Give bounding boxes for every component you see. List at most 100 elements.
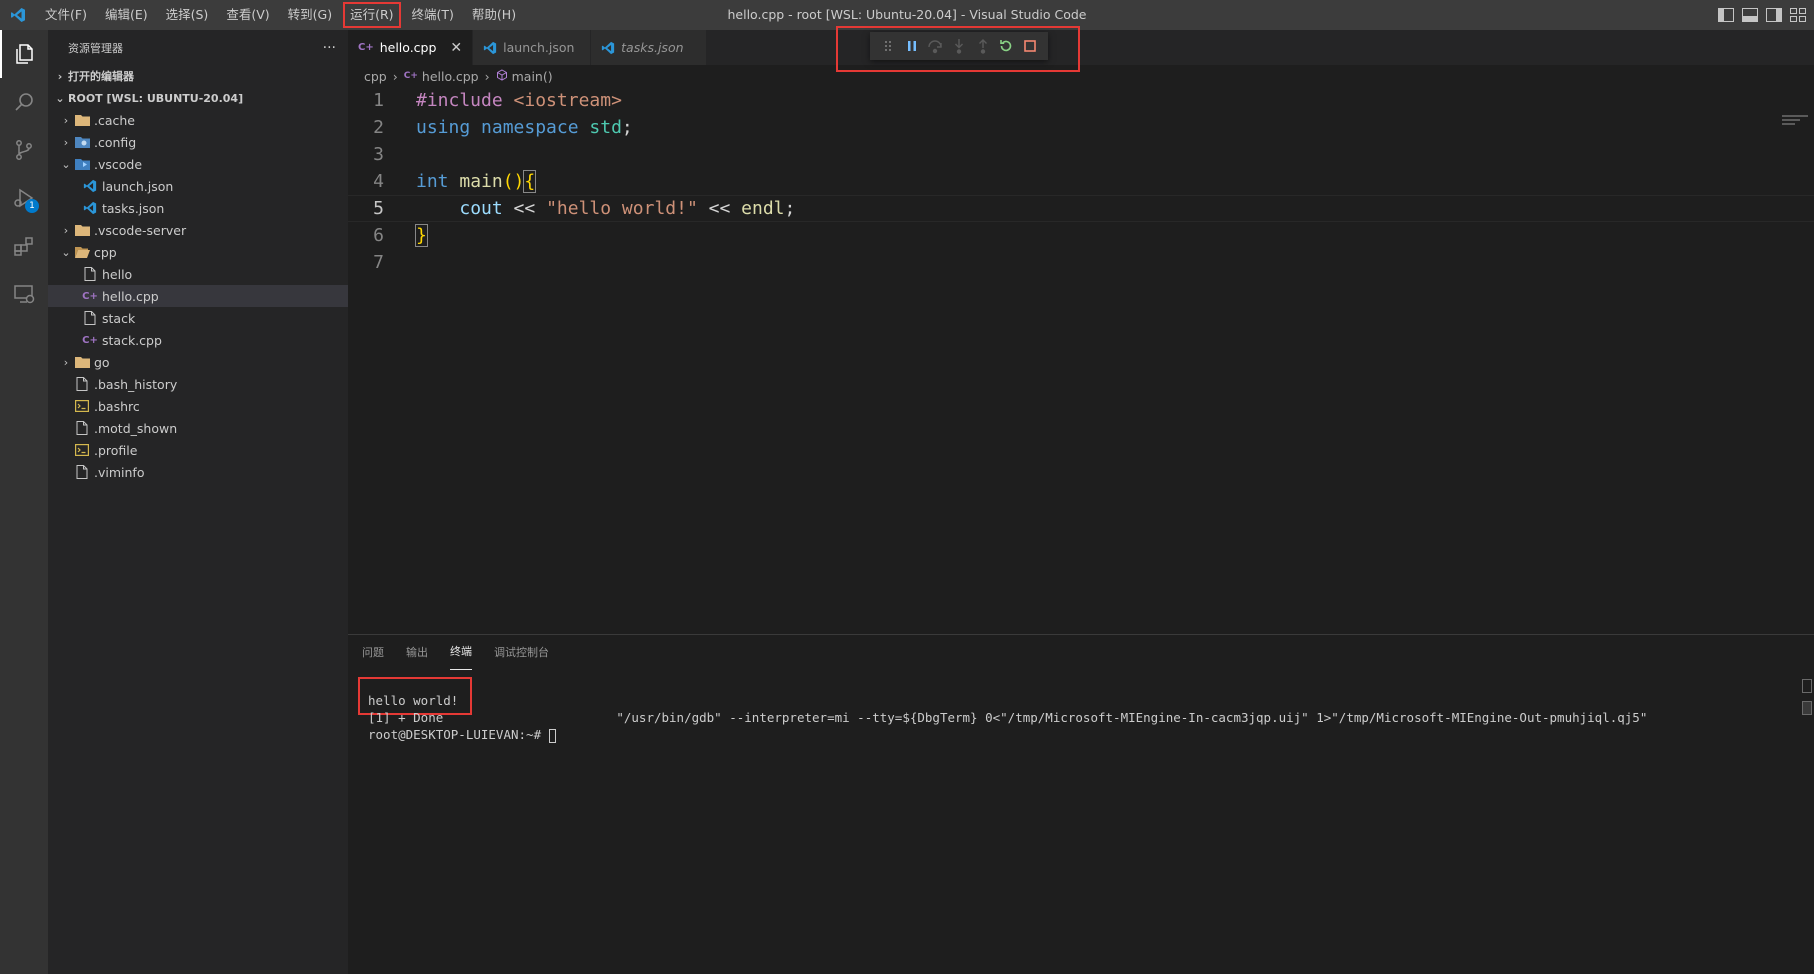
tree-item-stack-cpp[interactable]: C+ stack.cpp	[48, 329, 348, 351]
toggle-secondary-sidebar-icon[interactable]	[1766, 8, 1782, 22]
menu-help[interactable]: 帮助(H)	[463, 0, 525, 30]
step-out-icon[interactable]	[973, 36, 993, 56]
vscode-folder-icon	[74, 156, 90, 172]
tree-item-label: .config	[94, 134, 137, 150]
cpp-file-icon: C+	[82, 334, 98, 346]
tree-item-bashrc[interactable]: .bashrc	[48, 395, 348, 417]
breadcrumb-folder[interactable]: cpp	[364, 69, 387, 84]
tree-item-vscode-server[interactable]: › .vscode-server	[48, 219, 348, 241]
terminal-cursor	[548, 728, 556, 743]
menu-run[interactable]: 运行(R)	[341, 0, 402, 30]
tab-label: launch.json	[503, 40, 575, 55]
file-icon	[74, 376, 90, 392]
tree-item-label: hello	[102, 266, 133, 282]
panel-tab-output[interactable]: 输出	[406, 635, 428, 670]
breadcrumb-symbol[interactable]: main()	[512, 69, 553, 84]
tree-item-hello[interactable]: hello	[48, 263, 348, 285]
menu-goto[interactable]: 转到(G)	[279, 0, 341, 30]
tree-item-label: .motd_shown	[94, 420, 178, 436]
vscode-logo-icon	[0, 0, 36, 30]
terminal-line: [1] + Done "/usr/bin/gdb" --interpreter=…	[368, 710, 1648, 725]
terminal-scrollbar[interactable]	[1800, 675, 1814, 735]
panel-tab-debug-console[interactable]: 调试控制台	[494, 635, 549, 670]
tab-launch-json[interactable]: launch.json	[473, 30, 592, 65]
shell-file-icon	[74, 442, 90, 458]
vscode-file-icon	[483, 41, 497, 55]
open-editors-label: 打开的编辑器	[68, 70, 134, 83]
tree-item-label: .viminfo	[94, 464, 145, 480]
restart-icon[interactable]	[996, 36, 1016, 56]
toggle-panel-icon[interactable]	[1742, 8, 1758, 22]
code-editor[interactable]: 1 #include <iostream> 2 using namespace …	[348, 87, 1814, 276]
tab-hello-cpp[interactable]: C+ hello.cpp ✕	[348, 30, 474, 65]
chevron-right-icon: ›	[63, 223, 69, 237]
menu-terminal[interactable]: 终端(T)	[403, 0, 463, 30]
menu-selection[interactable]: 选择(S)	[157, 0, 218, 30]
bottom-panel: 问题 输出 终端 调试控制台 hello world! [1] + Done "…	[348, 634, 1814, 974]
tree-item-vscode[interactable]: ⌄ .vscode	[48, 153, 348, 175]
tree-item-label: .cache	[94, 112, 135, 128]
panel-tab-terminal[interactable]: 终端	[450, 635, 472, 670]
tree-item-label: stack	[102, 310, 136, 326]
root-folder-label: ROOT [WSL: UBUNTU-20.04]	[68, 91, 244, 105]
layout-controls	[1718, 0, 1806, 30]
tree-item-go[interactable]: › go	[48, 351, 348, 373]
explorer-icon[interactable]	[0, 30, 48, 78]
line-number: 5	[373, 198, 384, 219]
more-actions-icon[interactable]: ···	[323, 40, 336, 56]
tree-item-motd-shown[interactable]: .motd_shown	[48, 417, 348, 439]
extensions-icon[interactable]	[0, 222, 48, 270]
tree-item-cpp[interactable]: ⌄ cpp	[48, 241, 348, 263]
minimap[interactable]	[1782, 115, 1808, 129]
line-number: 3	[373, 144, 384, 165]
open-editors-section[interactable]: › 打开的编辑器	[48, 65, 348, 87]
customize-layout-icon[interactable]	[1790, 8, 1806, 22]
tree-item-bash-history[interactable]: .bash_history	[48, 373, 348, 395]
step-over-icon[interactable]	[925, 36, 945, 56]
tree-item-hello-cpp[interactable]: C+ hello.cpp	[48, 285, 348, 307]
line-number: 7	[373, 252, 384, 273]
tree-item-tasks-json[interactable]: tasks.json	[48, 197, 348, 219]
close-icon[interactable]: ✕	[450, 40, 462, 56]
stop-icon[interactable]	[1020, 36, 1040, 56]
step-into-icon[interactable]	[949, 36, 969, 56]
tree-item-label: launch.json	[102, 178, 174, 194]
file-icon	[82, 266, 98, 282]
breadcrumb-file[interactable]: hello.cpp	[422, 69, 479, 84]
search-icon[interactable]	[0, 78, 48, 126]
line-number: 6	[373, 225, 384, 246]
tree-item-label: go	[94, 354, 110, 370]
terminal-prompt: root@DESKTOP-LUIEVAN:~#	[368, 727, 549, 742]
tree-item-profile[interactable]: .profile	[48, 439, 348, 461]
sidebar-header: 资源管理器 ···	[48, 30, 348, 65]
menu-view[interactable]: 查看(V)	[217, 0, 278, 30]
drag-handle-icon[interactable]	[878, 36, 898, 56]
remote-explorer-icon[interactable]	[0, 270, 48, 318]
source-control-icon[interactable]	[0, 126, 48, 174]
terminal[interactable]: hello world! [1] + Done "/usr/bin/gdb" -…	[368, 693, 1647, 744]
cpp-file-icon: C+	[82, 290, 98, 302]
tree-item-config[interactable]: › .config	[48, 131, 348, 153]
root-folder-section[interactable]: ⌄ ROOT [WSL: UBUNTU-20.04]	[48, 87, 348, 109]
code-line: 7	[348, 249, 1814, 276]
panel-tab-problems[interactable]: 问题	[362, 635, 384, 670]
tree-item-label: stack.cpp	[102, 332, 162, 348]
menu-edit[interactable]: 编辑(E)	[96, 0, 157, 30]
tree-item-stack[interactable]: stack	[48, 307, 348, 329]
tree-item-launch-json[interactable]: launch.json	[48, 175, 348, 197]
tree-item-viminfo[interactable]: .viminfo	[48, 461, 348, 483]
editor-area: C+ hello.cpp ✕ launch.json tasks.json cp…	[348, 30, 1814, 634]
debug-toolbar	[870, 32, 1048, 60]
run-debug-icon[interactable]: 1	[0, 174, 48, 222]
toggle-primary-sidebar-icon[interactable]	[1718, 8, 1734, 22]
tree-item-label: .vscode-server	[94, 222, 187, 238]
folder-icon	[74, 222, 90, 238]
tab-tasks-json[interactable]: tasks.json	[591, 30, 708, 65]
folder-icon	[74, 112, 90, 128]
pause-icon[interactable]	[902, 36, 922, 56]
chevron-right-icon: ›	[63, 355, 69, 369]
menu-file[interactable]: 文件(F)	[36, 0, 96, 30]
tree-item-label: .bashrc	[94, 398, 140, 414]
shell-file-icon	[74, 398, 90, 414]
tree-item-cache[interactable]: › .cache	[48, 109, 348, 131]
